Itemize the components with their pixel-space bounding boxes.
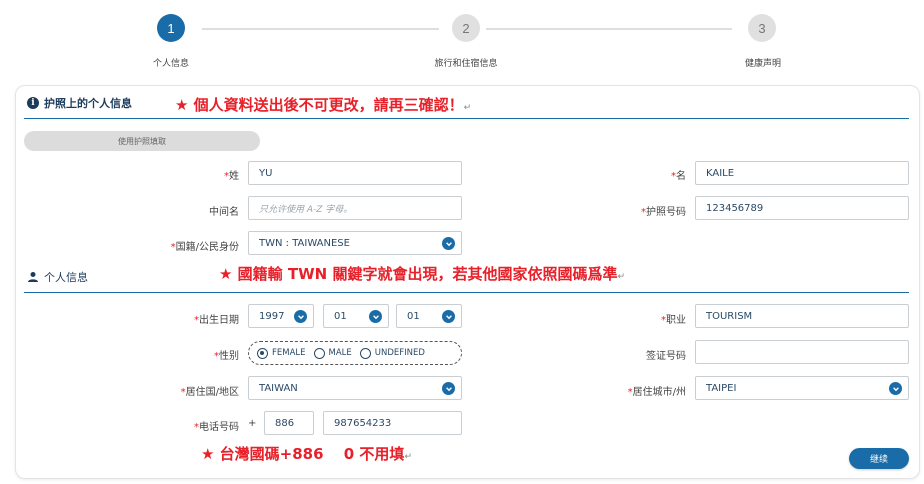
- visa-number-label: 签证号码: [646, 351, 686, 362]
- country-of-residence-value: TAIWAN: [259, 382, 298, 394]
- step-number: 3: [758, 20, 766, 36]
- dob-year-value: 1997: [259, 310, 285, 322]
- section-divider: [24, 292, 909, 293]
- dob-month-select[interactable]: 01: [323, 304, 389, 328]
- nationality-note-text: ★ 國籍輸 TWN 關鍵字就會出現，若其他國家依照國碼爲準: [219, 265, 618, 283]
- chevron-down-icon[interactable]: [889, 382, 902, 395]
- surname-label: *姓: [224, 171, 239, 182]
- dob-day-value: 01: [407, 310, 420, 322]
- step-2-label: 旅行和住宿信息: [434, 59, 498, 69]
- passport-number-label: *护照号码: [641, 207, 686, 218]
- country-of-residence-select[interactable]: TAIWAN: [248, 376, 462, 400]
- gender-option-male[interactable]: MALE: [313, 347, 352, 359]
- radio-unchecked-icon[interactable]: [359, 347, 371, 359]
- phone-note-text: ★ 台灣國碼+886 0 不用填: [201, 445, 405, 463]
- visa-number-input[interactable]: [695, 340, 909, 364]
- city-of-residence-label: *居住城市/州: [627, 387, 686, 398]
- given-name-label: *名: [671, 171, 686, 182]
- chevron-down-icon[interactable]: [369, 310, 382, 323]
- step-3-indicator: 3: [748, 14, 776, 42]
- passport-section-title: i 护照上的个人信息: [27, 95, 132, 111]
- step-number: 1: [167, 20, 175, 36]
- nationality-select[interactable]: TWN : TAIWANESE: [248, 231, 462, 255]
- progress-stepper: 1 2 3 个人信息 旅行和住宿信息 健康声明: [0, 0, 924, 80]
- chevron-down-icon[interactable]: [442, 310, 455, 323]
- phone-note: ★ 台灣國碼+886 0 不用填↵: [201, 445, 412, 463]
- dob-label: *出生日期: [194, 315, 239, 326]
- step-1-indicator: 1: [157, 14, 185, 42]
- step-3-label: 健康声明: [744, 59, 782, 69]
- gender-option-female[interactable]: FEMALE: [257, 347, 306, 359]
- occupation-label: *职业: [661, 315, 686, 326]
- occupation-input[interactable]: TOURISM: [695, 304, 909, 328]
- middle-name-label: 中间名: [209, 207, 239, 218]
- phone-plus-sign: +: [248, 418, 257, 429]
- chevron-down-icon[interactable]: [294, 310, 307, 323]
- step-1-label: 个人信息: [152, 59, 190, 69]
- nationality-value: TWN : TAIWANESE: [259, 237, 350, 249]
- gender-option-label: UNDEFINED: [374, 348, 425, 358]
- passport-section-title-text: 护照上的个人信息: [44, 97, 132, 110]
- dob-day-select[interactable]: 01: [396, 304, 462, 328]
- gender-radio-group: FEMALE MALE UNDEFINED: [248, 341, 462, 365]
- use-passport-button[interactable]: 使用护照填取: [24, 131, 260, 151]
- city-of-residence-value: TAIPEI: [706, 382, 737, 394]
- given-name-input[interactable]: KAILE: [695, 161, 909, 185]
- radio-checked-icon[interactable]: [257, 347, 268, 359]
- step-2-indicator: 2: [452, 14, 480, 42]
- section-divider: [24, 118, 909, 119]
- phone-label: *电话号码: [194, 422, 239, 433]
- step-connector: [202, 28, 439, 30]
- passport-note-text: ★ 個人資料送出後不可更改，請再三確認！: [175, 96, 464, 114]
- dob-year-select[interactable]: 1997: [248, 304, 314, 328]
- surname-input[interactable]: YU: [248, 161, 462, 185]
- gender-option-label: FEMALE: [272, 348, 306, 358]
- passport-note: ★ 個人資料送出後不可更改，請再三確認！↵: [175, 96, 472, 114]
- gender-option-label: MALE: [328, 348, 352, 358]
- chevron-down-icon[interactable]: [442, 382, 455, 395]
- passport-number-input[interactable]: 123456789: [695, 196, 909, 220]
- phone-country-code-input[interactable]: 886: [264, 411, 314, 435]
- personal-section-title-text: 个人信息: [44, 271, 88, 284]
- step-connector: [486, 28, 732, 30]
- info-icon: i: [27, 97, 39, 109]
- gender-label: *性别: [214, 351, 239, 362]
- middle-name-input[interactable]: 只允许使用 A-Z 字母。: [248, 196, 462, 220]
- gender-option-undefined[interactable]: UNDEFINED: [359, 347, 425, 359]
- personal-section-title: 个人信息: [27, 269, 88, 285]
- country-of-residence-label: *居住国/地区: [180, 387, 239, 398]
- radio-unchecked-icon[interactable]: [313, 347, 325, 359]
- step-number: 2: [462, 20, 470, 36]
- phone-number-input[interactable]: 987654233: [323, 411, 462, 435]
- nationality-label: *国籍/公民身份: [170, 242, 239, 253]
- continue-button[interactable]: 继续: [849, 448, 909, 469]
- dob-month-value: 01: [334, 310, 347, 322]
- chevron-down-icon[interactable]: [442, 237, 455, 250]
- nationality-note: ★ 國籍輸 TWN 關鍵字就會出現，若其他國家依照國碼爲準↵: [219, 265, 625, 283]
- person-icon: [28, 272, 38, 282]
- city-of-residence-select[interactable]: TAIPEI: [695, 376, 909, 400]
